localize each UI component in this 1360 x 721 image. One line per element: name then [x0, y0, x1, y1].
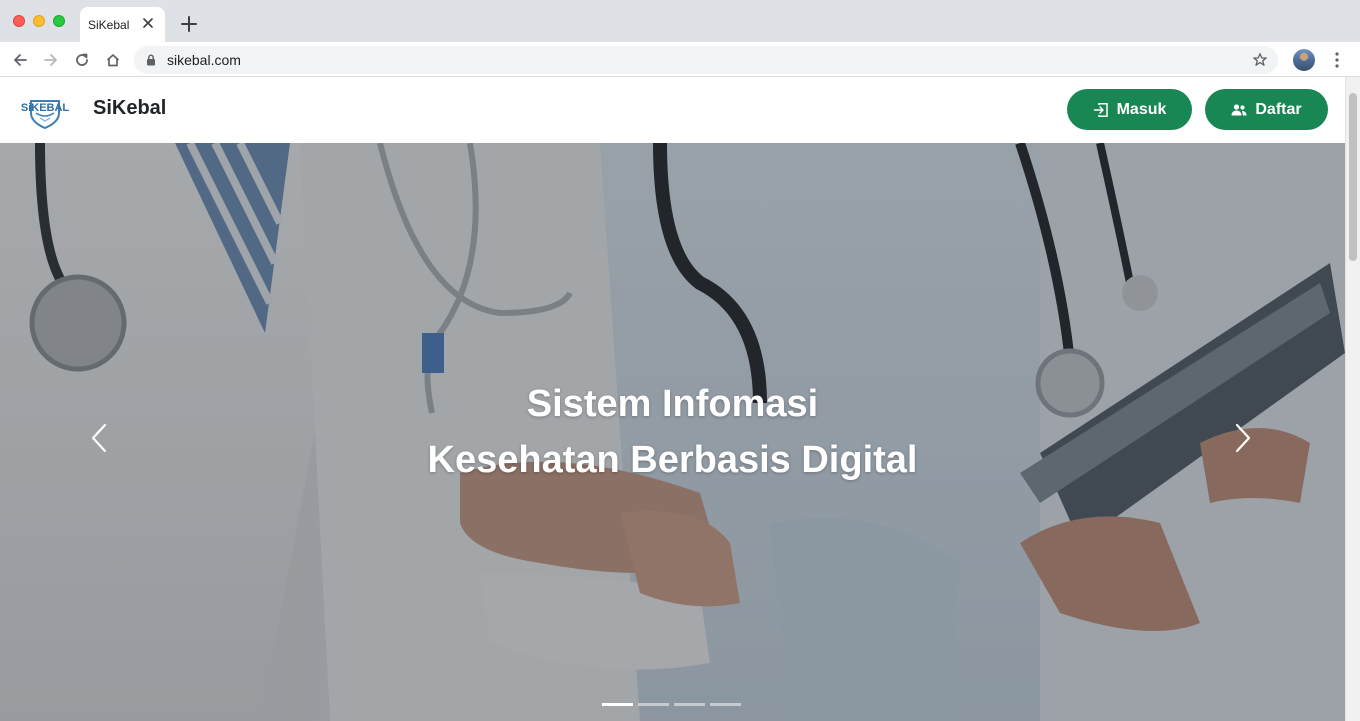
carousel-indicator-2[interactable]	[638, 703, 669, 706]
more-menu-icon[interactable]	[1328, 50, 1346, 70]
arrow-right-icon[interactable]	[41, 50, 61, 70]
close-window-button[interactable]	[13, 15, 25, 27]
chevron-left-icon[interactable]	[84, 423, 114, 453]
hero-title-line1: Sistem Infomasi	[526, 383, 819, 425]
url-text: sikebal.com	[167, 52, 241, 68]
hero-carousel: Sistem Infomasi Kesehatan Berbasis Digit…	[0, 143, 1345, 721]
page-scrollbar[interactable]	[1345, 77, 1360, 721]
browser-toolbar: sikebal.com	[0, 42, 1360, 77]
site-header: SiKEBAL SiKebal Masuk Daftar	[0, 77, 1345, 143]
users-icon	[1231, 102, 1247, 118]
login-icon	[1093, 102, 1109, 118]
new-tab-icon[interactable]	[180, 15, 198, 33]
arrow-left-icon[interactable]	[10, 50, 30, 70]
carousel-indicators	[602, 703, 741, 706]
hero-title-line2: Kesehatan Berbasis Digital	[427, 439, 918, 481]
login-label: Masuk	[1116, 100, 1167, 118]
hero-overlay	[0, 143, 1345, 721]
svg-text:SiKEBAL: SiKEBAL	[21, 102, 70, 114]
browser-tab-bar: SiKebal	[0, 0, 1360, 42]
brand-name[interactable]: SiKebal	[93, 97, 166, 120]
login-button[interactable]: Masuk	[1067, 89, 1192, 130]
sikebal-logo[interactable]: SiKEBAL	[20, 87, 70, 131]
maximize-window-button[interactable]	[53, 15, 65, 27]
reload-icon[interactable]	[72, 50, 92, 70]
carousel-indicator-1[interactable]	[602, 703, 633, 706]
address-bar[interactable]: sikebal.com	[134, 46, 1278, 74]
browser-tab[interactable]: SiKebal	[80, 7, 165, 42]
lock-icon	[146, 53, 158, 67]
home-icon[interactable]	[103, 50, 123, 70]
scrollbar-thumb[interactable]	[1349, 93, 1357, 261]
profile-avatar[interactable]	[1293, 49, 1315, 71]
star-icon[interactable]	[1252, 52, 1268, 68]
register-button[interactable]: Daftar	[1205, 89, 1328, 130]
register-label: Daftar	[1255, 100, 1302, 118]
close-icon[interactable]	[141, 16, 155, 30]
minimize-window-button[interactable]	[33, 15, 45, 27]
chevron-right-icon[interactable]	[1228, 423, 1258, 453]
tab-title: SiKebal	[88, 17, 130, 32]
carousel-indicator-4[interactable]	[710, 703, 741, 706]
carousel-indicator-3[interactable]	[674, 703, 705, 706]
